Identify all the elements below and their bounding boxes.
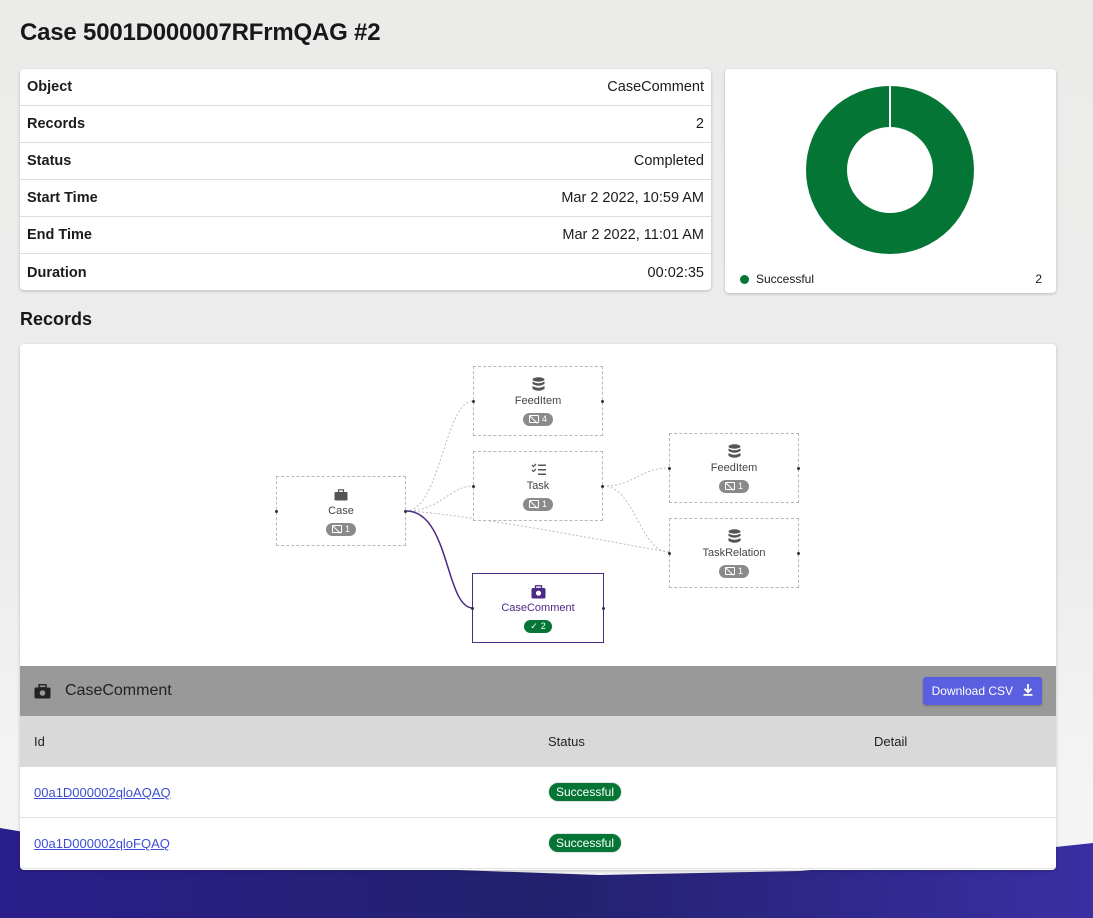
database-icon — [532, 377, 545, 393]
summary-label: End Time — [27, 227, 92, 243]
graph-node-case[interactable]: Case 1 — [275, 476, 407, 546]
summary-value: CaseComment — [607, 79, 704, 95]
graph-node-feeditem[interactable]: FeedItem 4 — [472, 366, 604, 436]
record-id-link[interactable]: 00a1D000002qloAQAQ — [34, 785, 171, 800]
page-title: Case 5001D000007RFrmQAG #2 — [20, 19, 381, 46]
node-label: Task — [526, 479, 550, 492]
node-count-badge: 1 — [522, 497, 553, 511]
graph-node-task[interactable]: Task 1 — [472, 451, 604, 521]
check-icon: ✓ — [530, 620, 538, 631]
database-icon — [728, 529, 741, 545]
summary-card: Object CaseComment Records 2 Status Comp… — [20, 69, 711, 290]
records-graph: Case 1 FeedItem 4 Task 1 CaseComment ✓ 2… — [20, 344, 1056, 666]
summary-label: Duration — [27, 264, 87, 281]
table-row: 00a1D000002qloFQAQ Successful — [20, 818, 1056, 869]
status-badge: Successful — [548, 833, 623, 853]
donut-chart — [806, 86, 974, 254]
node-label: FeedItem — [514, 394, 562, 407]
node-count-badge: 4 — [522, 412, 553, 426]
node-label: Case — [328, 504, 354, 517]
summary-row-duration: Duration 00:02:35 — [20, 254, 711, 291]
node-label: CaseComment — [501, 601, 575, 614]
graph-node-feeditem-2[interactable]: FeedItem 1 — [668, 433, 800, 503]
no-entry-icon — [724, 567, 735, 575]
case-comment-icon — [531, 584, 546, 600]
detail-title: CaseComment — [65, 682, 172, 699]
records-section-title: Records — [20, 309, 93, 329]
node-count-badge: ✓ 2 — [524, 619, 552, 633]
node-count: 2 — [540, 621, 546, 631]
node-count-badge: 1 — [718, 479, 749, 493]
no-entry-icon — [331, 525, 342, 533]
graph-node-casecomment[interactable]: CaseComment ✓ 2 — [471, 573, 605, 643]
summary-value: Mar 2 2022, 10:59 AM — [561, 190, 704, 206]
graph-node-taskrelation[interactable]: TaskRelation 1 — [668, 518, 800, 588]
column-header-id[interactable]: Id — [34, 734, 45, 749]
column-header-detail[interactable]: Detail — [874, 734, 907, 749]
database-icon — [728, 444, 741, 460]
node-count: 1 — [541, 499, 547, 509]
summary-value: Mar 2 2022, 11:01 AM — [562, 227, 704, 243]
summary-label: Status — [27, 153, 72, 169]
checklist-icon — [531, 462, 546, 478]
case-comment-icon — [34, 683, 51, 699]
legend-label: Successful — [756, 272, 815, 286]
node-count: 1 — [737, 481, 743, 491]
node-count-badge: 1 — [325, 522, 356, 536]
legend-count: 2 — [1035, 272, 1042, 286]
download-csv-button[interactable]: Download CSV — [922, 677, 1042, 705]
no-entry-icon — [528, 415, 539, 423]
node-count-badge: 1 — [718, 564, 749, 578]
record-id-link[interactable]: 00a1D000002qloFQAQ — [34, 836, 170, 851]
briefcase-icon — [334, 487, 348, 503]
legend-dot — [740, 274, 749, 284]
records-card: Case 1 FeedItem 4 Task 1 CaseComment ✓ 2… — [20, 344, 1056, 870]
summary-row-status: Status Completed — [20, 143, 711, 180]
no-entry-icon — [528, 500, 539, 508]
detail-header: CaseComment Download CSV — [20, 666, 1056, 716]
column-header-status[interactable]: Status — [548, 734, 585, 749]
summary-value: 00:02:35 — [647, 264, 704, 281]
summary-row-object: Object CaseComment — [20, 69, 711, 106]
summary-label: Object — [27, 79, 73, 95]
table-header: Id Status Detail — [20, 716, 1056, 767]
summary-value: 2 — [695, 116, 704, 132]
node-count: 1 — [737, 566, 743, 576]
summary-row-records: Records 2 — [20, 106, 711, 143]
summary-row-end-time: End Time Mar 2 2022, 11:01 AM — [20, 217, 711, 254]
summary-value: Completed — [633, 153, 704, 169]
node-label: FeedItem — [710, 461, 758, 474]
summary-label: Records — [27, 116, 86, 132]
no-entry-icon — [724, 482, 735, 490]
status-chart-card: Successful 2 — [725, 69, 1056, 293]
node-count: 4 — [541, 414, 547, 424]
download-icon — [1023, 683, 1033, 699]
download-csv-label: Download CSV — [931, 684, 1013, 698]
status-badge: Successful — [548, 782, 623, 802]
node-label: TaskRelation — [702, 546, 766, 559]
summary-label: Start Time — [27, 190, 98, 206]
chart-legend: Successful 2 — [740, 272, 1042, 286]
node-count: 1 — [344, 524, 350, 534]
summary-row-start-time: Start Time Mar 2 2022, 10:59 AM — [20, 180, 711, 217]
table-row: 00a1D000002qloAQAQ Successful — [20, 767, 1056, 818]
